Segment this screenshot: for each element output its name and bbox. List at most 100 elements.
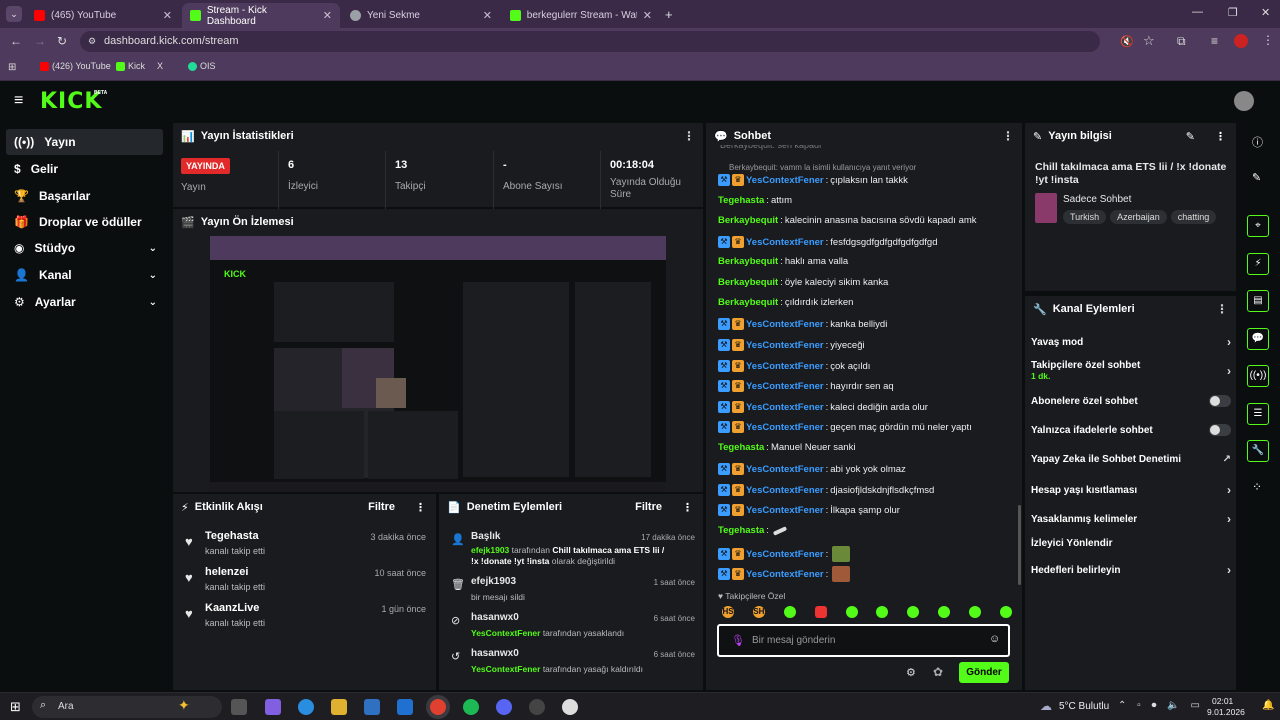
obs-icon[interactable] — [562, 699, 578, 715]
back-icon[interactable]: ← — [10, 34, 22, 48]
action-followers-only[interactable]: Takipçilere özel sohbet 1 dk. › — [1031, 360, 1231, 381]
tag[interactable]: Turkish — [1063, 210, 1107, 224]
more-icon[interactable]: ⋮ — [682, 501, 693, 514]
sidebar-item-yayin[interactable]: ((•)) Yayın — [6, 129, 163, 155]
chat-username[interactable]: YesContextFener — [746, 422, 824, 433]
windows-start-icon[interactable]: ⊞ — [10, 699, 21, 715]
sidebar-item-gelir[interactable]: $ Gelir — [6, 156, 163, 182]
chat-username[interactable]: YesContextFener — [746, 237, 824, 248]
rail-button-7[interactable]: 🔧 — [1247, 440, 1269, 462]
minimize-button[interactable]: — — [1192, 6, 1203, 18]
edit-icon[interactable]: ✎ — [1252, 171, 1261, 184]
edge-icon[interactable] — [298, 699, 314, 715]
tab-new[interactable]: Yeni Sekme ✕ — [342, 3, 500, 28]
media-icon[interactable]: ≡ — [1211, 34, 1218, 48]
chat-username[interactable]: Berkaybequit — [718, 215, 778, 226]
action-banned-words[interactable]: Yasaklanmış kelimeler › — [1031, 512, 1231, 526]
bookmark-kick[interactable]: Kick — [116, 61, 145, 71]
new-tab-button[interactable]: + — [665, 7, 673, 22]
action-account-age[interactable]: Hesap yaşı kısıtlaması › — [1031, 483, 1231, 497]
more-icon[interactable]: ⋮ — [1216, 302, 1228, 316]
action-goals[interactable]: Hedefleri belirleyin › — [1031, 563, 1231, 577]
emote-icon[interactable]: SH — [752, 606, 765, 618]
chat-scrollbar[interactable] — [1018, 505, 1021, 585]
subs-only-toggle[interactable] — [1209, 395, 1231, 407]
action-raid[interactable]: İzleyici Yönlendir — [1031, 538, 1231, 549]
chat-username[interactable]: Berkaybequit — [718, 297, 778, 308]
chat-username[interactable]: Tegehasta — [718, 195, 764, 206]
chat-username[interactable]: YesContextFener — [746, 464, 824, 475]
chat-username[interactable]: Berkaybequit — [718, 277, 778, 288]
rail-button-6[interactable]: ☰ — [1247, 403, 1269, 425]
tab-list-button[interactable]: ⌄ — [6, 6, 22, 22]
clock-date[interactable]: 9.01.2026 — [1207, 707, 1245, 717]
chat-username[interactable]: Berkaybequit — [718, 256, 778, 267]
filter-button[interactable]: Filtre — [368, 501, 395, 513]
chat-username[interactable]: YesContextFener — [746, 402, 824, 413]
chat-username[interactable]: YesContextFener — [746, 361, 824, 372]
sidebar-item-basarilar[interactable]: 🏆 Başarılar — [6, 183, 163, 209]
rail-button-3[interactable]: ▤ — [1247, 290, 1269, 312]
feed-name[interactable]: Tegehasta — [205, 530, 259, 542]
discord-icon[interactable] — [496, 699, 512, 715]
rail-button-5[interactable]: ((•)) — [1247, 365, 1269, 387]
sidebar-item-droplar[interactable]: 🎁 Droplar ve ödüller — [6, 209, 163, 235]
sidebar-item-kanal[interactable]: 👤 Kanal ⌄ — [6, 262, 163, 288]
tray-icons[interactable]: ⌃ ▫ ⏺ 🔈 ▭ — [1118, 700, 1204, 711]
close-icon[interactable]: ✕ — [163, 9, 172, 22]
action-slow-mode[interactable]: Yavaş mod › — [1031, 335, 1231, 349]
url-input[interactable]: dashboard.kick.com/stream — [80, 31, 1100, 52]
filter-button[interactable]: Filtre — [635, 501, 662, 513]
app-icon[interactable] — [529, 699, 545, 715]
apps-icon[interactable]: ⊞ — [8, 62, 16, 73]
emote-icon[interactable]: HS — [722, 606, 734, 618]
emote-icon[interactable] — [876, 606, 889, 618]
store-icon[interactable] — [364, 699, 380, 715]
copilot-icon[interactable] — [265, 699, 281, 715]
chat-username[interactable]: YesContextFener — [746, 549, 824, 560]
clock-time[interactable]: 02:01 — [1212, 696, 1233, 706]
feed-name[interactable]: helenzei — [205, 566, 248, 578]
bookmark-x[interactable]: X — [157, 61, 163, 71]
action-emote-only[interactable]: Yalnızca ifadelerle sohbet — [1031, 424, 1231, 436]
chat-username[interactable]: YesContextFener — [746, 319, 824, 330]
file-explorer-icon[interactable] — [331, 699, 347, 715]
category-name[interactable]: Sadece Sohbet — [1063, 194, 1131, 205]
chrome-icon[interactable] — [430, 699, 446, 715]
bookmark-youtube[interactable]: (426) YouTube — [40, 61, 111, 71]
more-icon[interactable]: ⋮ — [415, 501, 426, 514]
spotify-icon[interactable] — [463, 699, 479, 715]
chat-username[interactable]: YesContextFener — [746, 175, 824, 186]
hamburger-menu-icon[interactable]: ≡ — [14, 92, 23, 110]
site-settings-icon[interactable]: ⚙ — [88, 36, 96, 47]
chat-username[interactable]: YesContextFener — [746, 569, 824, 580]
mute-icon[interactable]: 🔇 — [1120, 35, 1134, 48]
chat-tools-icon[interactable]: ✿ — [933, 665, 943, 679]
tab-youtube[interactable]: (465) YouTube ✕ — [26, 3, 180, 28]
chat-username[interactable]: YesContextFener — [746, 505, 824, 516]
notification-icon[interactable]: 🔔 — [1262, 700, 1274, 711]
chat-username[interactable]: YesContextFener — [746, 340, 824, 351]
mail-icon[interactable] — [397, 699, 413, 715]
tag[interactable]: chatting — [1170, 210, 1217, 224]
close-window-button[interactable]: ✕ — [1261, 6, 1270, 19]
rail-button-2[interactable]: ⚡ — [1247, 253, 1269, 275]
extensions-icon[interactable]: ⧉ — [1177, 34, 1186, 49]
chat-username[interactable]: Tegehasta — [718, 525, 764, 536]
chat-settings-icon[interactable]: ⚙ — [906, 666, 916, 679]
sidebar-item-ayarlar[interactable]: ⚙ Ayarlar ⌄ — [6, 289, 163, 315]
reload-icon[interactable]: ↻ — [57, 34, 67, 48]
emoji-icon[interactable]: ☺ — [989, 633, 1000, 645]
tag[interactable]: Azerbaijan — [1110, 210, 1167, 224]
more-icon[interactable]: ⋮ — [1215, 130, 1226, 143]
tab-kick-watch[interactable]: berkegulerr Stream - Watch Liv ✕ — [502, 3, 660, 28]
action-subs-only[interactable]: Abonelere özel sohbet — [1031, 395, 1231, 407]
edit-icon[interactable]: ✎ — [1186, 130, 1195, 143]
emote-only-toggle[interactable] — [1209, 424, 1231, 436]
more-icon[interactable]: ⋮ — [1002, 129, 1014, 143]
chat-username[interactable]: Tegehasta — [718, 442, 764, 453]
action-ai-moderation[interactable]: Yapay Zeka ile Sohbet Denetimi ↗ — [1031, 454, 1231, 465]
feed-name[interactable]: KaanzLive — [205, 602, 259, 614]
rail-button-1[interactable]: ⌖ — [1247, 215, 1269, 237]
taskbar-search[interactable]: ⌕ Ara ✦ — [32, 696, 222, 718]
